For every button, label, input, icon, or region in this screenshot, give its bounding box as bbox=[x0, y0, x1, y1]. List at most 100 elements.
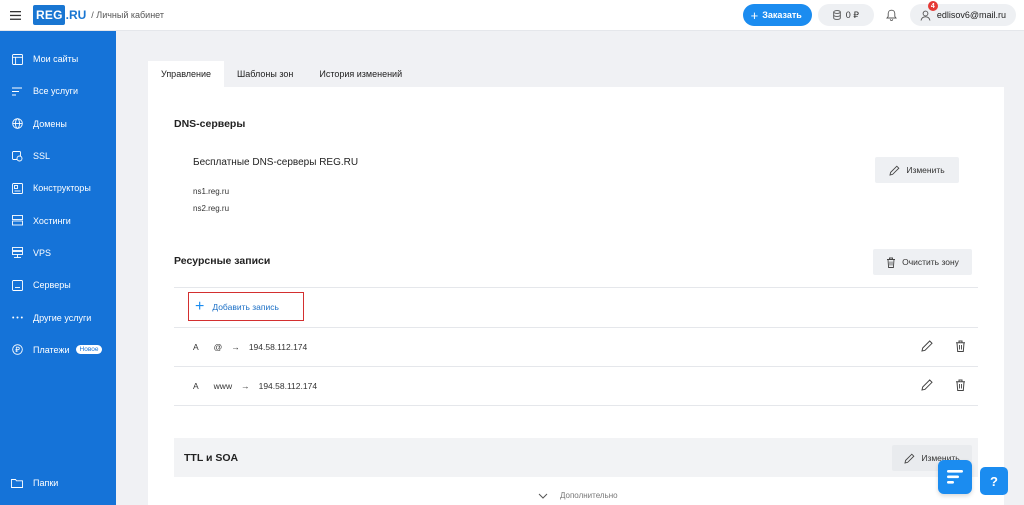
more-toggle[interactable]: Дополнительно bbox=[538, 491, 618, 500]
divider bbox=[174, 287, 978, 288]
divider bbox=[174, 327, 978, 328]
menu-icon[interactable] bbox=[0, 0, 30, 31]
sidebar-item-label: VPS bbox=[33, 247, 52, 258]
arrow-icon: → bbox=[241, 381, 250, 391]
plus-icon: + bbox=[195, 297, 205, 315]
sidebar-item-label: Серверы bbox=[33, 280, 71, 291]
record-value: 194.58.112.174 bbox=[258, 381, 318, 391]
edit-record-icon[interactable] bbox=[921, 379, 933, 391]
sites-icon bbox=[11, 53, 23, 65]
notification-badge: 4 bbox=[927, 1, 938, 11]
record-type: A bbox=[193, 342, 199, 352]
record-type: A bbox=[193, 381, 199, 391]
sidebar-item-ssl[interactable]: SSL bbox=[0, 140, 116, 172]
sidebar-item-all-services[interactable]: Все услуги bbox=[0, 75, 116, 107]
sidebar-item-builders[interactable]: Конструкторы bbox=[0, 172, 116, 204]
user-icon bbox=[920, 10, 931, 21]
sidebar-item-servers[interactable]: Серверы bbox=[0, 269, 116, 301]
sidebar-item-label: Платежи bbox=[33, 344, 70, 355]
records-section-title: Ресурсные записи bbox=[174, 255, 271, 267]
clear-zone-label: Очистить зону bbox=[902, 257, 959, 267]
user-email: edlisov6@mail.ru bbox=[936, 10, 1006, 20]
bell-icon[interactable] bbox=[880, 4, 904, 26]
chevron-down-icon bbox=[538, 493, 548, 499]
ns2-value: ns2.reg.ru bbox=[193, 204, 230, 213]
delete-record-icon[interactable] bbox=[955, 340, 966, 352]
add-record-button[interactable]: + Добавить запись bbox=[188, 292, 304, 321]
new-badge: Новое bbox=[75, 345, 103, 355]
tab-management[interactable]: Управление bbox=[148, 61, 225, 87]
sidebar-item-label: Конструкторы bbox=[33, 183, 91, 194]
user-menu[interactable]: 4 edlisov6@mail.ru bbox=[909, 1, 1016, 26]
sidebar-item-label: Все услуги bbox=[33, 86, 78, 97]
ttl-section-title: TTL и SOA bbox=[184, 452, 239, 464]
chat-lines-icon bbox=[947, 470, 963, 484]
edit-dns-button[interactable]: Изменить bbox=[875, 157, 959, 183]
dns-card: DNS-серверы Бесплатные DNS-серверы REG.R… bbox=[148, 87, 1004, 505]
record-actions bbox=[921, 340, 966, 352]
edit-dns-label: Изменить bbox=[906, 165, 945, 175]
sidebar-item-domains[interactable]: Домены bbox=[0, 108, 116, 140]
add-record-label: Добавить запись bbox=[212, 301, 279, 312]
hosting-icon bbox=[11, 215, 23, 227]
sidebar-nav: Мои сайты Все услуги Домены SSL Конструк… bbox=[0, 43, 116, 366]
sidebar-item-label: SSL bbox=[33, 151, 51, 162]
record-actions bbox=[921, 379, 966, 391]
balance-value: 0 ₽ bbox=[845, 9, 859, 20]
sidebar-item-label: Мои сайты bbox=[33, 54, 79, 65]
globe-icon bbox=[11, 118, 23, 130]
sidebar-item-folders[interactable]: Папки bbox=[0, 467, 116, 499]
order-button-label: Заказать bbox=[762, 10, 802, 20]
more-dots-icon bbox=[11, 312, 23, 324]
sidebar-item-label: Домены bbox=[33, 118, 67, 129]
top-bar: REG .RU / Личный кабинет + Заказать 0 ₽ … bbox=[0, 0, 1024, 31]
delete-record-icon[interactable] bbox=[955, 379, 966, 391]
record-row: A @ → 194.58.112.174 bbox=[193, 342, 307, 352]
edit-record-icon[interactable] bbox=[921, 340, 933, 352]
balance-button[interactable]: 0 ₽ bbox=[817, 4, 874, 26]
ns1-value: ns1.reg.ru bbox=[193, 187, 230, 196]
main-content: Управление Шаблоны зон История изменений… bbox=[116, 31, 1024, 505]
pencil-icon bbox=[889, 165, 900, 176]
sidebar-item-label: Хостинги bbox=[33, 215, 71, 226]
payment-icon bbox=[11, 344, 23, 356]
divider bbox=[174, 366, 978, 367]
logo-suffix: .RU bbox=[65, 8, 87, 22]
record-row: A www → 194.58.112.174 bbox=[193, 381, 317, 391]
dns-provider-name: Бесплатные DNS-серверы REG.RU bbox=[193, 157, 359, 168]
dns-section-title: DNS-серверы bbox=[174, 118, 246, 130]
tab-change-history[interactable]: История изменений bbox=[306, 61, 415, 87]
arrow-icon: → bbox=[231, 342, 240, 352]
list-icon bbox=[11, 85, 23, 97]
tab-zone-templates[interactable]: Шаблоны зон bbox=[224, 61, 306, 87]
more-label: Дополнительно bbox=[560, 491, 618, 500]
clear-zone-button[interactable]: Очистить зону bbox=[873, 249, 972, 275]
order-button[interactable]: + Заказать bbox=[742, 4, 812, 26]
chat-button[interactable] bbox=[938, 460, 972, 494]
ssl-lock-icon bbox=[11, 150, 23, 162]
trash-icon bbox=[887, 257, 896, 268]
sidebar-item-hosting[interactable]: Хостинги bbox=[0, 204, 116, 236]
sidebar-item-label: Папки bbox=[33, 477, 59, 488]
help-button[interactable]: ? bbox=[980, 467, 1008, 495]
coins-icon bbox=[832, 10, 841, 20]
logo-mark: REG bbox=[33, 5, 65, 25]
logo[interactable]: REG .RU / Личный кабинет bbox=[33, 5, 164, 25]
ttl-soa-section: TTL и SOA Изменить bbox=[174, 438, 978, 477]
record-host: @ bbox=[213, 342, 223, 352]
plus-icon: + bbox=[750, 7, 759, 23]
tabs: Управление Шаблоны зон История изменений bbox=[148, 61, 415, 87]
vps-icon bbox=[11, 247, 23, 259]
record-value: 194.58.112.174 bbox=[248, 342, 308, 352]
sidebar-item-payments[interactable]: Платежи Новое bbox=[0, 334, 116, 366]
sidebar: Мои сайты Все услуги Домены SSL Конструк… bbox=[0, 31, 116, 505]
folder-icon bbox=[11, 477, 23, 489]
cabinet-label: / Личный кабинет bbox=[91, 10, 164, 20]
server-icon bbox=[11, 279, 23, 291]
sidebar-item-my-sites[interactable]: Мои сайты bbox=[0, 43, 116, 75]
divider bbox=[174, 405, 978, 406]
sidebar-item-label: Другие услуги bbox=[33, 312, 92, 323]
sidebar-item-vps[interactable]: VPS bbox=[0, 237, 116, 269]
sidebar-item-other-services[interactable]: Другие услуги bbox=[0, 301, 116, 333]
record-host: www bbox=[213, 381, 233, 391]
